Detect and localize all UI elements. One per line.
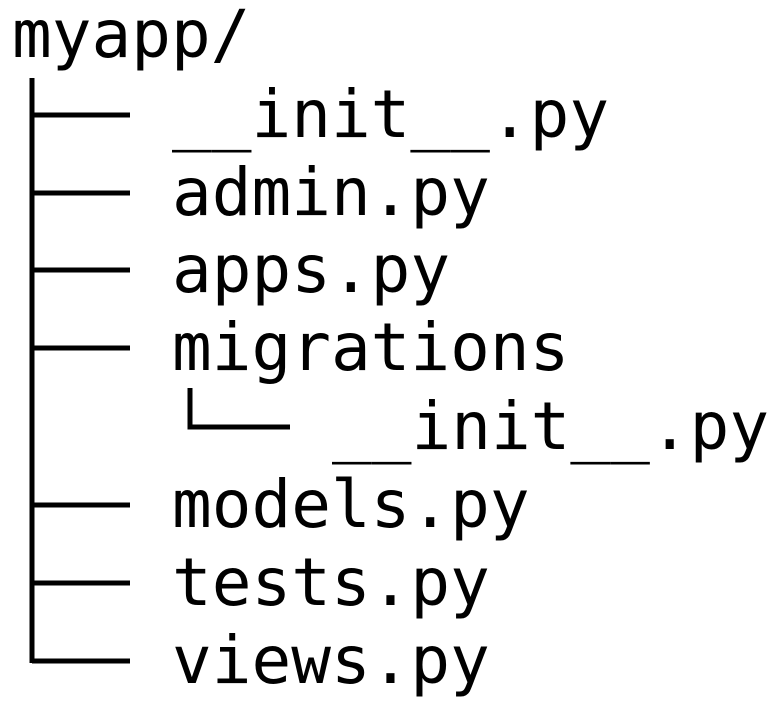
file-init-label: __init__.py	[172, 76, 609, 153]
folder-migrations-label: migrations	[172, 309, 569, 386]
file-tests-label: tests.py	[172, 544, 490, 621]
file-views-label: views.py	[172, 622, 490, 699]
file-apps-label: apps.py	[172, 231, 450, 308]
branch-migrations-init-line	[187, 388, 290, 430]
root-folder-label: myapp/	[12, 0, 250, 73]
file-tree-diagram: myapp/ __init__.py admin.py apps.py migr…	[12, 0, 769, 699]
file-migrations-init-label: __init__.py	[332, 388, 769, 465]
file-models-label: models.py	[172, 466, 530, 543]
file-admin-label: admin.py	[172, 154, 490, 231]
